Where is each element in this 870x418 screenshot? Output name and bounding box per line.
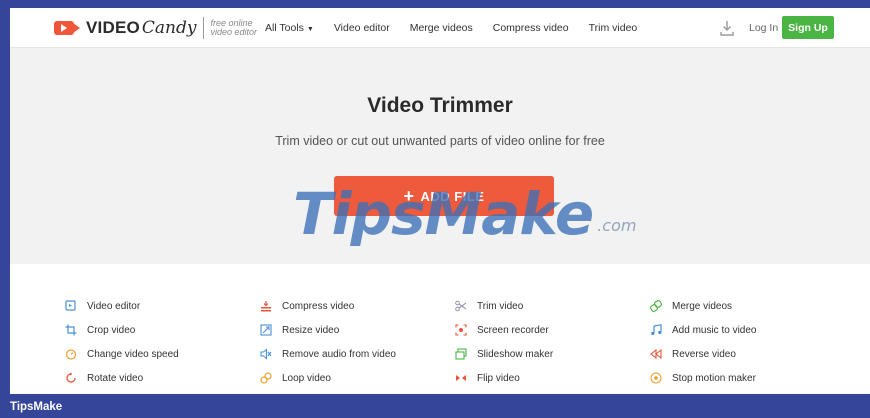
tool-label: Rotate video	[87, 372, 144, 384]
tool-link-add-music-to-video[interactable]: Add music to video	[650, 324, 757, 336]
scissors-icon	[455, 300, 467, 312]
loop-icon	[260, 372, 272, 384]
tool-label: Compress video	[282, 300, 355, 312]
record-icon	[455, 324, 467, 336]
nav-merge-videos[interactable]: Merge videos	[410, 22, 473, 34]
stop-motion-icon	[650, 372, 662, 384]
page-subtitle: Trim video or cut out unwanted parts of …	[275, 134, 605, 148]
tool-label: Slideshow maker	[477, 348, 554, 360]
site-header: VIDEO Candy free online video editor All…	[10, 8, 870, 48]
footer-brand: TipsMake	[10, 400, 63, 413]
tool-link-remove-audio-from-video[interactable]: Remove audio from video	[260, 348, 396, 360]
logo-divider	[203, 17, 205, 39]
crop-icon	[65, 324, 77, 336]
tool-label: Stop motion maker	[672, 372, 756, 384]
nav-video-editor[interactable]: Video editor	[334, 22, 390, 34]
tool-label: Flip video	[477, 372, 520, 384]
reverse-icon	[650, 348, 662, 360]
tool-label: Trim video	[477, 300, 524, 312]
plus-icon: +	[403, 185, 415, 206]
main-nav: All Tools ▼ Video editor Merge videos Com…	[265, 8, 657, 48]
nav-all-tools[interactable]: All Tools ▼	[265, 22, 314, 34]
nav-compress-video[interactable]: Compress video	[493, 22, 569, 34]
add-file-button[interactable]: + ADD FILE	[334, 176, 554, 216]
compress-icon	[261, 301, 271, 312]
tool-label: Merge videos	[672, 300, 733, 312]
tool-label: Change video speed	[87, 348, 179, 360]
page-title: Video Trimmer	[367, 94, 513, 117]
tool-link-merge-videos[interactable]: Merge videos	[650, 300, 732, 312]
tool-link-crop-video[interactable]: Crop video	[65, 324, 135, 336]
browser-page: VIDEO Candy free online video editor All…	[10, 8, 870, 394]
mute-icon	[260, 348, 272, 360]
download-icon[interactable]	[719, 19, 735, 37]
resize-icon	[260, 324, 272, 336]
signup-button[interactable]: Sign Up	[782, 16, 834, 39]
footer-bar: TipsMake	[0, 395, 870, 418]
tool-link-stop-motion-maker[interactable]: Stop motion maker	[650, 372, 756, 384]
tool-label: Loop video	[282, 372, 331, 384]
nav-trim-video[interactable]: Trim video	[589, 22, 638, 34]
add-file-label: ADD FILE	[420, 188, 485, 204]
tool-label: Reverse video	[672, 348, 736, 360]
flip-icon	[456, 375, 466, 381]
logo[interactable]: VIDEO Candy free online video editor	[54, 15, 260, 41]
logo-tagline-line2: video editor	[210, 27, 258, 37]
tool-link-loop-video[interactable]: Loop video	[260, 372, 331, 384]
tool-link-rotate-video[interactable]: Rotate video	[65, 372, 143, 384]
tool-link-reverse-video[interactable]: Reverse video	[650, 348, 736, 360]
video-editor-icon	[65, 300, 76, 311]
tool-label: Crop video	[87, 324, 136, 336]
tool-link-compress-video[interactable]: Compress video	[260, 300, 354, 312]
slideshow-icon	[455, 348, 467, 360]
tool-label: Screen recorder	[477, 324, 549, 336]
logo-candy-text: Candy	[141, 18, 197, 38]
tool-link-resize-video[interactable]: Resize video	[260, 324, 339, 336]
caret-down-icon: ▼	[306, 26, 314, 33]
tool-label: Remove audio from video	[282, 348, 396, 360]
tool-label: Resize video	[282, 324, 340, 336]
nav-all-tools-label: All Tools	[265, 22, 304, 34]
tool-link-trim-video[interactable]: Trim video	[455, 300, 523, 312]
merge-icon	[650, 300, 662, 312]
video-candy-logo-icon	[54, 21, 80, 35]
logo-video-text: VIDEO	[86, 18, 140, 37]
tool-link-flip-video[interactable]: Flip video	[455, 372, 520, 384]
tool-label: Video editor	[87, 300, 141, 312]
logo-tagline: free online video editor	[210, 19, 260, 37]
tool-link-change-video-speed[interactable]: Change video speed	[65, 348, 179, 360]
tool-label: Add music to video	[672, 324, 757, 336]
tool-link-screen-recorder[interactable]: Screen recorder	[455, 324, 549, 336]
tool-link-slideshow-maker[interactable]: Slideshow maker	[455, 348, 553, 360]
tools-grid: Video editor Crop video Change video speed…	[10, 264, 870, 394]
watermark-suffix: .com	[597, 216, 637, 235]
rotate-icon	[66, 372, 76, 383]
tool-link-video-editor[interactable]: Video editor	[65, 300, 140, 312]
login-link[interactable]: Log In	[749, 22, 778, 34]
speed-icon	[65, 349, 77, 360]
music-icon	[651, 324, 662, 336]
